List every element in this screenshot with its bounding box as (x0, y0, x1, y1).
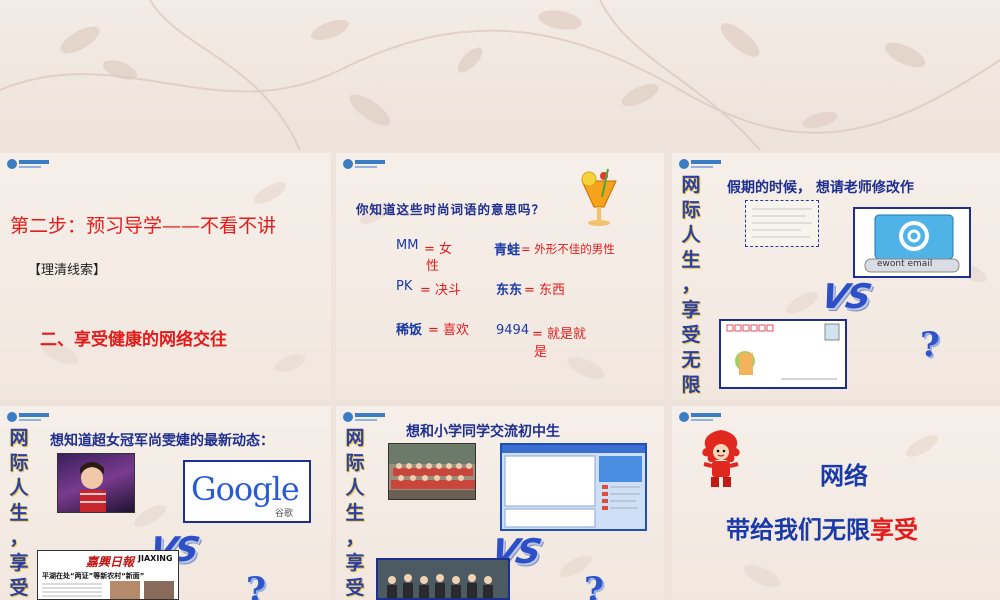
google-cn-label: 谷歌 (275, 509, 294, 519)
school-logo-icon (679, 159, 721, 169)
term-dongdong: 东东 (496, 283, 523, 298)
slide-6[interactable]: 网络 带给我们无限享受 (672, 406, 1000, 600)
newspaper-text-lines (42, 581, 174, 599)
top-background-band (0, 0, 1000, 150)
cocktail-glass-icon (581, 168, 617, 226)
school-logo-icon (7, 412, 49, 422)
term-dongdong-meaning: = 东西 (524, 283, 566, 298)
handwritten-essay-image (745, 200, 819, 247)
vs-label: VS (817, 277, 874, 317)
newspaper-english: JIAXING (138, 554, 173, 563)
school-logo-icon (679, 412, 721, 422)
slide-1-bracket-label: 【理清线索】 (28, 263, 107, 278)
school-logo-icon (343, 159, 385, 169)
fuwa-mascot-icon (702, 430, 740, 487)
slide-3-caption: 假期的时候， 想请老师修改作 (727, 180, 914, 196)
newspaper-image: 嘉興日報 JIAXING 平湖在处“两证”等新农村“新面” (37, 550, 179, 600)
newspaper-headline: 平湖在处“两证”等新农村“新面” (42, 572, 145, 580)
slide-5[interactable]: 网际人生，享受无 想和小学同学交流初中生 VS ? (336, 406, 664, 600)
slide-1-title: 第二步：预习导学——不看不讲 (10, 215, 277, 237)
email-label: ewont email (877, 259, 933, 269)
slide-6-line-2-part-a: 带给我们无限 (726, 516, 870, 544)
slide-6-line-2-part-b: 享受 (870, 516, 918, 544)
term-pk: PK (396, 279, 413, 294)
term-9494-meaning-cont: 是 (534, 345, 548, 360)
school-logo-icon (343, 412, 385, 422)
slide-5-caption: 想和小学同学交流初中生 (406, 424, 560, 440)
term-pk-meaning: = 决斗 (420, 283, 462, 298)
term-mm: MM (396, 238, 419, 253)
envelope-image (719, 319, 847, 389)
slide-5-vertical-title: 网际人生，享受无 (345, 427, 365, 599)
term-9494-meaning: = 就是就 (532, 327, 587, 342)
term-xifan-meaning: = 喜欢 (428, 323, 470, 338)
google-logo: Google (191, 470, 300, 508)
question-mark-icon: ? (584, 570, 604, 600)
question-mark-icon: ? (920, 325, 940, 365)
slide-4[interactable]: 网际人生，享受无 想知道超女冠军尚雯婕的最新动态： Google 谷歌 VS 嘉… (0, 406, 331, 600)
newspaper-masthead: 嘉興日報 (86, 555, 135, 569)
slide-4-caption: 想知道超女冠军尚雯婕的最新动态： (50, 433, 274, 449)
question-mark-icon: ? (246, 570, 266, 600)
reunion-photo (376, 558, 510, 600)
singer-photo (57, 453, 135, 513)
slide-6-line-2: 带给我们无限享受 (726, 510, 918, 545)
slide-2-question: 你知道这些时尚词语的意思吗？ (356, 202, 546, 217)
slide-3[interactable]: 网际人生，享受无限 假期的时候， 想请老师修改作 ewont email VS … (672, 153, 1000, 400)
term-frog-meaning: = 外形不佳的男性 (521, 242, 615, 256)
email-icon-frame: ewont email (853, 207, 971, 278)
school-logo-icon (7, 159, 49, 169)
class-group-photo (388, 443, 476, 500)
slide-1-subtitle: 二、享受健康的网络交往 (40, 330, 227, 350)
qq-chat-window-screenshot (500, 443, 647, 531)
term-xifan: 稀饭 (396, 323, 423, 338)
floral-vine-decoration (0, 0, 1000, 150)
term-frog: 青蛙 (494, 243, 521, 258)
slide-1[interactable]: 第二步：预习导学——不看不讲 【理清线索】 二、享受健康的网络交往 (0, 153, 331, 400)
slide-3-vertical-title: 网际人生，享受无限 (681, 174, 701, 396)
slide-4-vertical-title: 网际人生，享受无 (9, 427, 29, 599)
google-logo-frame: Google 谷歌 (183, 460, 311, 523)
slide-6-line-1: 网络 (820, 462, 868, 490)
term-mm-meaning-cont: 性 (426, 259, 440, 274)
term-9494: 9494 (496, 323, 530, 338)
slide-2[interactable]: 你知道这些时尚词语的意思吗？ MM = 女 性 青蛙 = 外形不佳的男性 PK … (336, 153, 664, 400)
